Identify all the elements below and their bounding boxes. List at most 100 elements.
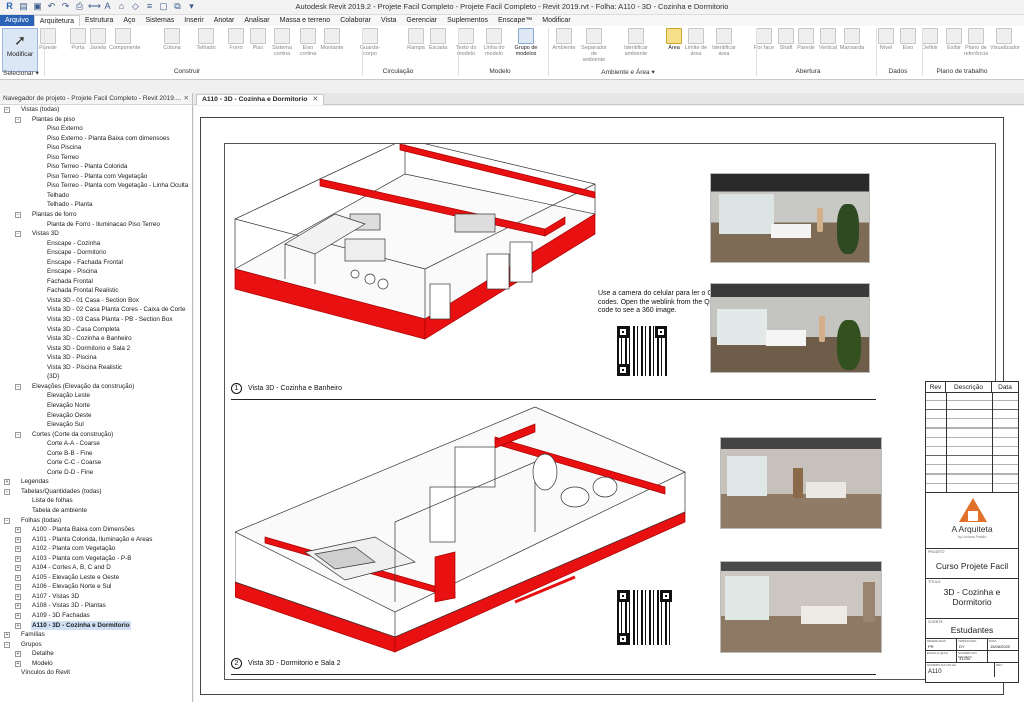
tab-arquitetura[interactable]: Arquitetura [33, 15, 80, 26]
collapse-icon[interactable]: − [4, 107, 10, 113]
collapse-icon[interactable]: − [15, 431, 21, 438]
tab-estrutura[interactable]: Estrutura [80, 15, 118, 26]
tree-item[interactable]: + A104 - Cortes A, B, C and D [0, 563, 192, 573]
ribbon-button-escada[interactable]: Escada [424, 28, 452, 51]
expand-icon[interactable]: + [15, 612, 21, 619]
tab-arquivo[interactable]: Arquivo [0, 15, 34, 26]
title-block[interactable]: Rev Descrição Data A Arquiteta by Lucian… [925, 381, 1019, 683]
tree-item[interactable]: Corte D-D - Fine [0, 468, 192, 478]
tree-item[interactable]: + Legendas [0, 477, 192, 487]
collapse-icon[interactable]: − [15, 383, 21, 390]
tree-item[interactable]: Tabela de ambiente [0, 506, 192, 516]
panel-label-modelo[interactable]: Modelo [460, 68, 540, 75]
panel-label-circula-o[interactable]: Circulação [358, 68, 438, 75]
expand-icon[interactable]: + [15, 574, 21, 581]
tree-item[interactable]: + Famílias [0, 630, 192, 640]
expand-icon[interactable]: + [15, 536, 21, 543]
tree-item[interactable]: + A105 - Elevação Leste e Oeste [0, 573, 192, 583]
tree-item[interactable]: Elevação Leste [0, 391, 192, 401]
tree-item[interactable]: Piso Externo - Planta Baixa com dimensoe… [0, 134, 192, 144]
tree-item[interactable]: Lista de folhas [0, 496, 192, 506]
tab-modificar[interactable]: Modificar [537, 15, 575, 26]
tree-item[interactable]: − Tabelas/Quantidades (todas) [0, 487, 192, 497]
tree-item[interactable]: − Vistas 3D [0, 229, 192, 239]
panel-label-plano-de-trabalho[interactable]: Plano de trabalho [922, 68, 1002, 75]
expand-icon[interactable]: + [15, 555, 21, 562]
tab-analisar[interactable]: Analisar [239, 15, 274, 26]
expand-icon[interactable]: + [15, 546, 21, 553]
tab-massa-e-terreno[interactable]: Massa e terreno [275, 15, 336, 26]
tab-anotar[interactable]: Anotar [209, 15, 240, 26]
expand-icon[interactable]: + [4, 632, 10, 639]
tree-item[interactable]: Planta de Forro - Iluminacao Piso Terreo [0, 220, 192, 230]
tree-item[interactable]: Vista 3D - Piscina [0, 353, 192, 363]
tab-enscape[interactable]: Enscape™ [493, 15, 537, 26]
tree-item[interactable]: Fachada Frontal [0, 277, 192, 287]
tree-item[interactable]: − Plantas de forro [0, 210, 192, 220]
panel-label-construir[interactable]: Construir [147, 68, 227, 75]
tree-item[interactable]: Piso Externo [0, 124, 192, 134]
ribbon-button-identificar-ambiente[interactable]: Identificar ambiente [622, 28, 650, 57]
tree-item[interactable]: Corte B-B - Fine [0, 449, 192, 459]
ribbon-button-telhado[interactable]: Telhado [192, 28, 220, 51]
tree-item[interactable]: Piso Terreo - Planta com Vegetação - Lin… [0, 181, 192, 191]
tree-item[interactable]: Elevação Sul [0, 420, 192, 430]
tab-vista[interactable]: Vista [376, 15, 401, 26]
panel-label-ambiente-e-rea-[interactable]: Ambiente e Área ▾ [588, 68, 668, 76]
tree-item[interactable]: Piso Piscina [0, 143, 192, 153]
collapse-icon[interactable]: − [15, 212, 21, 219]
close-icon[interactable]: ✕ [184, 93, 189, 105]
qr-code-1[interactable] [617, 326, 667, 376]
tree-item[interactable]: Fachada Frontal Realistic [0, 286, 192, 296]
view-tab-a110[interactable]: A110 - 3D - Cozinha e Dormitorio ✕ [196, 94, 325, 105]
tab-a-o[interactable]: Aço [118, 15, 140, 26]
tree-item[interactable]: + A108 - Vistas 3D - Plantas [0, 601, 192, 611]
render-kitchen-1[interactable] [710, 173, 870, 263]
tree-item[interactable]: + A103 - Planta com Vegetação - P-B [0, 554, 192, 564]
tree-item[interactable]: Vista 3D - Cozinha e Banheiro [0, 334, 192, 344]
tab-sistemas[interactable]: Sistemas [140, 15, 179, 26]
expand-icon[interactable]: + [15, 527, 21, 534]
collapse-icon[interactable]: − [15, 231, 21, 238]
tree-item[interactable]: Telhado [0, 191, 192, 201]
ribbon-button-janela[interactable]: Janela [84, 28, 112, 51]
viewport-kitchen-bathroom[interactable] [225, 144, 605, 379]
ribbon-button-parede[interactable]: Parede [34, 28, 62, 51]
panel-label-abertura[interactable]: Abertura [768, 68, 848, 75]
collapse-icon[interactable]: − [4, 641, 10, 648]
tree-item[interactable]: Vista 3D - Piscina Realistic [0, 363, 192, 373]
expand-icon[interactable]: + [15, 565, 21, 572]
tab-suplementos[interactable]: Suplementos [442, 15, 493, 26]
tree-item[interactable]: Telhado - Planta [0, 200, 192, 210]
ribbon-button-ambiente[interactable]: Ambiente [550, 28, 578, 51]
tree-item[interactable]: + A109 - 3D Fachadas [0, 611, 192, 621]
expand-icon[interactable]: + [15, 660, 21, 667]
ribbon-button-mansarda[interactable]: Mansarda [838, 28, 866, 51]
tree-item[interactable]: − Grupos [0, 640, 192, 650]
ribbon-button-componente[interactable]: Componente [109, 28, 141, 51]
ribbon-button-sistema-cortina[interactable]: Sistema cortina [268, 28, 296, 57]
tree-item[interactable]: Enscape - Dormitorio [0, 248, 192, 258]
expand-icon[interactable]: + [15, 651, 21, 658]
ribbon-button-separador-de-ambiente[interactable]: Separador de ambiente [580, 28, 608, 63]
render-kitchen-2[interactable] [710, 283, 870, 373]
qr-code-2[interactable] [617, 590, 672, 645]
tree-item[interactable]: + A100 - Planta Baixa com Dimensões [0, 525, 192, 535]
render-bedroom-2[interactable] [720, 561, 882, 653]
tree-item[interactable]: Piso Terreo - Planta com Vegetação [0, 172, 192, 182]
tree-item[interactable]: Vista 3D - 03 Casa Planta - PB - Section… [0, 315, 192, 325]
tree-item[interactable]: Enscape - Fachada Frontal [0, 258, 192, 268]
close-icon[interactable]: ✕ [312, 96, 318, 103]
expand-icon[interactable]: + [15, 603, 21, 610]
tree-item[interactable]: Piso Terreo [0, 153, 192, 163]
ribbon-button-coluna[interactable]: Coluna [158, 28, 186, 51]
tree-item[interactable]: − Folhas (todas) [0, 516, 192, 526]
tree-item[interactable]: + A106 - Elevação Norte e Sul [0, 582, 192, 592]
tree-item[interactable]: − Elevações (Elevação da construção) [0, 382, 192, 392]
render-bedroom-1[interactable] [720, 437, 882, 529]
tree-item[interactable]: − Vistas (todas) [0, 105, 192, 115]
tab-colaborar[interactable]: Colaborar [335, 15, 376, 26]
tree-item[interactable]: Vista 3D - 01 Casa - Section Box [0, 296, 192, 306]
tree-item[interactable]: + A107 - Vistas 3D [0, 592, 192, 602]
tree-item[interactable]: Vista 3D - Casa Completa [0, 325, 192, 335]
